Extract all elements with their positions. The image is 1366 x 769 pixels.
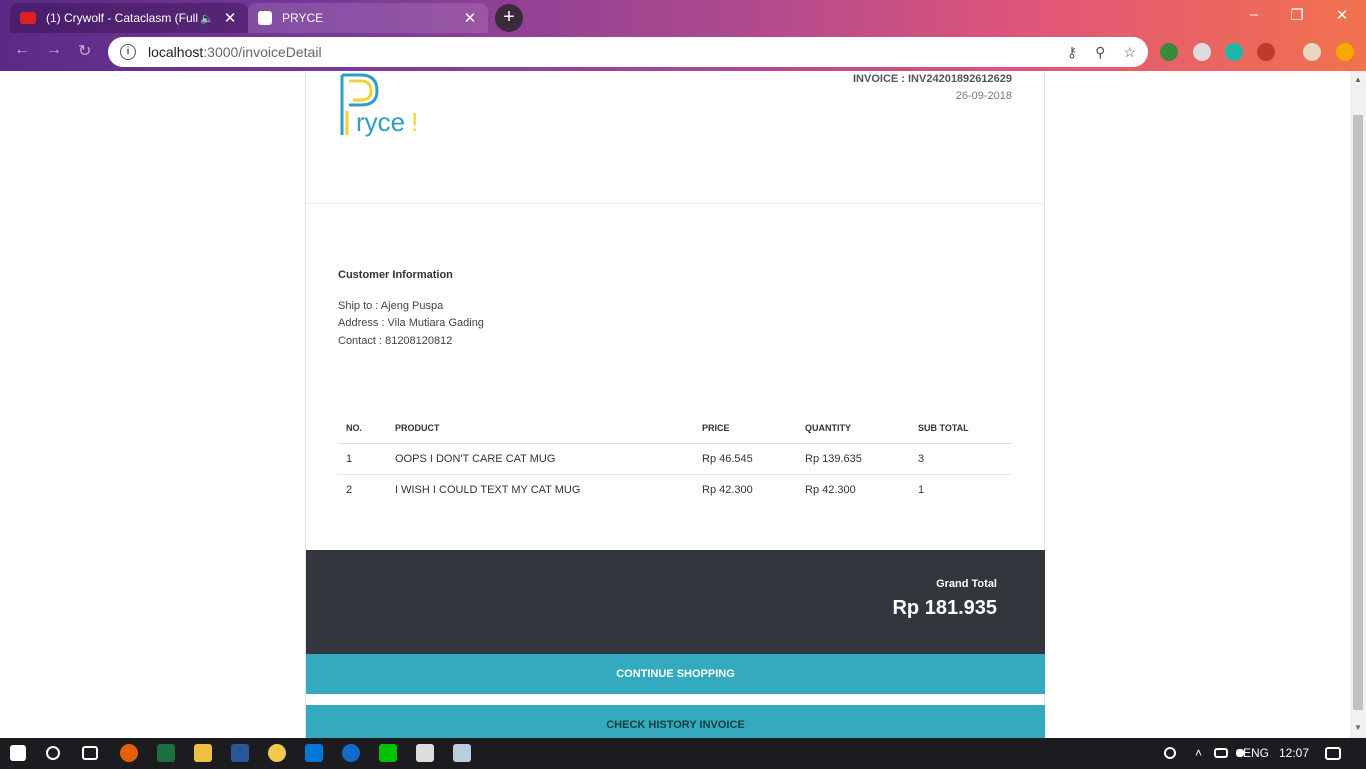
scroll-thumb[interactable] — [1353, 115, 1363, 710]
search-icon[interactable] — [46, 746, 60, 760]
url-host: localhost — [148, 44, 204, 60]
col-subtotal: SUB TOTAL — [910, 415, 1012, 444]
extension-icon[interactable] — [1193, 43, 1211, 61]
grand-total-panel: Grand Total Rp 181.935 — [306, 550, 1045, 654]
tab-pryce[interactable]: PRYCE ✕ — [248, 3, 488, 33]
tray-chevron-icon[interactable]: ˄ — [1195, 746, 1202, 760]
paint-icon[interactable] — [453, 744, 471, 762]
extension-icon[interactable] — [1257, 43, 1275, 61]
close-tab-icon[interactable]: ✕ — [462, 9, 478, 27]
address: Address : Vila Mutiara Gading — [338, 317, 484, 329]
page-content: ryce ! INVOICE : INV24201892612629 26-09… — [0, 71, 1350, 738]
youtube-icon — [20, 12, 36, 24]
close-tab-icon[interactable]: ✕ — [222, 9, 238, 27]
tab-title: (1) Crywolf - Cataclasm (Full — [46, 11, 199, 25]
restore-icon[interactable]: ❐ — [1277, 6, 1317, 24]
task-view-icon[interactable] — [82, 746, 98, 760]
pryce-logo: ryce ! — [340, 73, 418, 137]
cell-price: Rp 42.300 — [702, 484, 753, 496]
continue-shopping-button[interactable]: CONTINUE SHOPPING — [306, 654, 1045, 694]
zoom-icon[interactable]: ⚲ — [1095, 44, 1105, 61]
minimize-icon[interactable]: – — [1234, 6, 1274, 23]
cell-price: Rp 46.545 — [694, 443, 797, 475]
star-icon[interactable]: ☆ — [1123, 44, 1136, 61]
word-icon[interactable] — [231, 744, 249, 762]
excel-icon[interactable] — [157, 744, 175, 762]
cell-quantity: Rp 42.300 — [805, 484, 856, 496]
cell-no: 1 — [338, 443, 387, 475]
cell-subtotal: 1 — [918, 484, 925, 496]
update-alert-icon[interactable] — [1336, 43, 1354, 61]
taskbar: ˄ ENG 12:07 — [0, 738, 1366, 769]
grand-total-amount: Rp 181.935 — [892, 597, 997, 619]
extension-icon[interactable] — [1160, 43, 1178, 61]
teamviewer-icon[interactable] — [342, 744, 360, 762]
tab-title: PRYCE — [282, 11, 324, 25]
close-window-icon[interactable]: ✕ — [1322, 6, 1362, 24]
battery-icon[interactable] — [1214, 748, 1228, 758]
profile-avatar[interactable] — [1303, 43, 1321, 61]
invoice-number: INVOICE : INV24201892612629 — [853, 73, 1012, 85]
scroll-down-icon[interactable]: ▼ — [1354, 723, 1362, 732]
scroll-up-icon[interactable]: ▲ — [1354, 75, 1362, 84]
cell-product: I WISH I COULD TEXT MY CAT MUG — [395, 484, 581, 496]
people-icon[interactable] — [1164, 747, 1176, 759]
speaker-icon[interactable]: 🔈 — [200, 12, 214, 25]
vscode-icon[interactable] — [305, 744, 323, 762]
svg-text:ryce: ryce — [356, 107, 405, 137]
clock[interactable]: 12:07 — [1279, 746, 1309, 760]
customer-info-heading: Customer Information — [338, 269, 453, 281]
url-path: :3000/invoiceDetail — [203, 44, 322, 60]
table-header-row: NO. PRODUCT PRICE QUANTITY SUB TOTAL — [338, 415, 1012, 444]
col-no: NO. — [338, 415, 387, 444]
new-tab-button[interactable]: + — [495, 4, 523, 32]
cell-quantity: Rp 139.635 — [797, 443, 910, 475]
windows-start-icon[interactable] — [10, 745, 26, 761]
chrome-icon[interactable] — [268, 744, 286, 762]
cell-subtotal: 3 — [910, 443, 1012, 475]
contact: Contact : 81208120812 — [338, 335, 453, 347]
site-info-icon[interactable]: i — [120, 44, 136, 60]
invoice-card: ryce ! INVOICE : INV24201892612629 26-09… — [305, 71, 1045, 738]
notifications-icon[interactable] — [1325, 747, 1341, 760]
check-history-invoice-button[interactable]: CHECK HISTORY INVOICE — [306, 705, 1045, 738]
cell-product: OOPS I DON'T CARE CAT MUG — [387, 443, 694, 475]
invoice-items-table: NO. PRODUCT PRICE QUANTITY SUB TOTAL 1 O… — [338, 415, 1012, 505]
key-icon[interactable]: ⚷ — [1067, 44, 1077, 61]
firefox-icon[interactable] — [120, 744, 138, 762]
pryce-favicon-icon — [258, 11, 272, 25]
col-product: PRODUCT — [387, 415, 694, 444]
table-row: 2 I WISH I COULD TEXT MY CAT MUG Rp 42.3… — [338, 475, 1012, 506]
reload-icon[interactable]: ↻ — [78, 41, 91, 61]
back-icon[interactable]: ← — [14, 41, 30, 59]
browser-chrome: (1) Crywolf - Cataclasm (Full 🔈 ✕ PRYCE … — [0, 0, 1366, 71]
language-indicator[interactable]: ENG — [1243, 746, 1269, 760]
invoice-date: 26-09-2018 — [955, 90, 1012, 102]
col-quantity: QUANTITY — [797, 415, 910, 444]
svg-text:!: ! — [411, 107, 418, 137]
divider — [306, 203, 1044, 204]
line-icon[interactable] — [379, 744, 397, 762]
address-bar[interactable]: i localhost:3000/invoiceDetail ⚷ ⚲ ☆ — [108, 37, 1148, 67]
cell-no: 2 — [346, 484, 353, 496]
file-explorer-icon[interactable] — [194, 744, 212, 762]
tab-youtube[interactable]: (1) Crywolf - Cataclasm (Full 🔈 ✕ — [10, 3, 248, 33]
table-row: 1 OOPS I DON'T CARE CAT MUG Rp 46.545 Rp… — [338, 443, 1012, 475]
ship-to: Ship to : Ajeng Puspa — [338, 300, 444, 312]
page-scrollbar[interactable]: ▲ ▼ — [1350, 71, 1366, 738]
forward-icon[interactable]: → — [46, 41, 62, 59]
col-price: PRICE — [694, 415, 797, 444]
mail-icon[interactable] — [416, 744, 434, 762]
extension-icon[interactable] — [1225, 43, 1243, 61]
grand-total-label: Grand Total — [936, 578, 997, 590]
